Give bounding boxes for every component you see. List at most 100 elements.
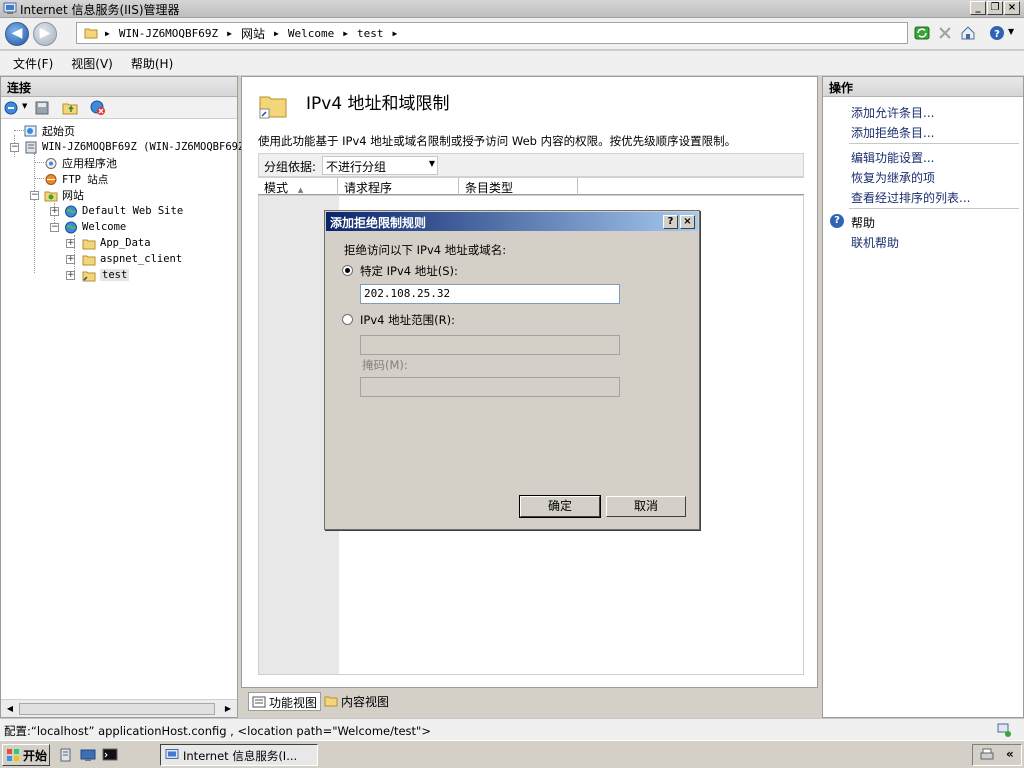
action-edit-feature-settings[interactable]: 编辑功能设置... (851, 149, 934, 166)
specific-ip-radio[interactable] (342, 265, 353, 276)
tree-item-welcome[interactable]: Welcome (64, 219, 126, 235)
up-folder-icon[interactable] (62, 100, 78, 116)
stop-icon[interactable] (937, 25, 953, 41)
chevron-down-icon[interactable]: ▼ (1008, 27, 1014, 36)
dialog-help-button[interactable]: ? (663, 215, 678, 229)
tree-expand-icon[interactable]: + (66, 255, 75, 264)
server-manager-icon[interactable] (58, 747, 74, 763)
tab-feature-view[interactable]: 功能视图 (248, 692, 322, 711)
breadcrumb-server[interactable]: WIN-JZ6MOQBF69Z (119, 27, 218, 40)
save-icon[interactable] (34, 100, 50, 116)
cancel-button[interactable]: 取消 (606, 496, 686, 517)
globe-icon (65, 221, 77, 233)
disconnect-icon[interactable] (90, 100, 106, 116)
tree-item-app-pools[interactable]: 应用程序池 (44, 155, 117, 171)
command-prompt-icon[interactable] (102, 747, 118, 763)
maximize-button[interactable]: ❐ (987, 1, 1003, 15)
breadcrumb-arrow-icon[interactable]: ▶ (274, 29, 279, 38)
dialog-title: 添加拒绝限制规则 (330, 216, 427, 230)
close-window-button[interactable]: × (1004, 1, 1020, 15)
breadcrumb-arrow-icon[interactable]: ▶ (105, 29, 110, 38)
action-add-allow-entry[interactable]: 添加允许条目... (851, 104, 934, 121)
feature-description: 使用此功能基于 IPv4 地址或域名限制或授予访问 Web 内容的权限。按优先级… (258, 134, 737, 148)
network-status-icon (997, 723, 1011, 737)
forward-button[interactable]: ▶ (33, 22, 57, 46)
back-button[interactable]: ◀ (5, 22, 29, 46)
sites-folder-icon (44, 191, 58, 201)
scroll-left-icon[interactable]: ◀ (3, 702, 17, 716)
tree-item-ftp-sites[interactable]: FTP 站点 (44, 171, 108, 187)
tree-item-default-web-site[interactable]: Default Web Site (64, 203, 183, 219)
address-bar[interactable]: ▶ WIN-JZ6MOQBF69Z ▶ 网站 ▶ Welcome ▶ test … (76, 22, 908, 44)
action-add-deny-entry[interactable]: 添加拒绝条目... (851, 124, 934, 141)
action-online-help[interactable]: 联机帮助 (851, 234, 899, 251)
ok-button[interactable]: 确定 (519, 495, 601, 518)
globe-icon (65, 205, 77, 217)
feature-view-icon (252, 696, 266, 708)
specific-ip-label[interactable]: 特定 IPv4 地址(S): (360, 263, 458, 279)
action-revert-to-inherited[interactable]: 恢复为继承的项 (851, 169, 935, 186)
dialog-close-button[interactable]: × (680, 215, 695, 229)
start-button[interactable]: 开始 (2, 744, 50, 766)
ip-range-input[interactable] (360, 335, 620, 355)
mask-input[interactable] (360, 377, 620, 397)
actions-pane: 操作 添加允许条目... 添加拒绝条目... 编辑功能设置... 恢复为继承的项… (822, 76, 1024, 718)
menu-view[interactable]: 视图(V) (71, 55, 113, 72)
ip-range-radio[interactable] (342, 314, 353, 325)
help-dropdown-icon[interactable]: ? (989, 25, 1005, 41)
tree-item-test[interactable]: test (82, 267, 130, 283)
home-icon[interactable] (960, 25, 976, 41)
column-entry-type[interactable]: 条目类型 (459, 178, 578, 195)
tree-collapse-icon[interactable]: − (10, 143, 19, 152)
app-pool-icon (45, 157, 57, 169)
column-mode[interactable]: 模式 ▲ (258, 178, 338, 195)
column-requestor[interactable]: 请求程序 (338, 178, 459, 195)
scrollbar-thumb[interactable] (19, 703, 215, 715)
show-desktop-icon[interactable] (80, 747, 96, 763)
sort-ascending-icon: ▲ (297, 186, 304, 194)
groupby-label: 分组依据: (264, 160, 317, 174)
connect-icon[interactable] (4, 100, 20, 116)
breadcrumb-sites[interactable]: 网站 (241, 25, 265, 42)
tree-expand-icon[interactable]: + (66, 271, 75, 280)
scroll-right-icon[interactable]: ▶ (221, 702, 235, 716)
breadcrumb-arrow-icon[interactable]: ▶ (343, 29, 348, 38)
tree-collapse-icon[interactable]: − (30, 191, 39, 200)
dialog-prompt: 拒绝访问以下 IPv4 地址或域名: (344, 243, 507, 257)
breadcrumb-arrow-icon[interactable]: ▶ (227, 29, 232, 38)
view-tabs: 功能视图 内容视图 (241, 690, 818, 712)
breadcrumb-test[interactable]: test (357, 27, 384, 40)
refresh-icon[interactable] (914, 25, 930, 41)
ip-restrictions-feature-icon (259, 96, 287, 119)
action-help[interactable]: 帮助 (851, 214, 875, 231)
tree-item-start-page[interactable]: 起始页 (24, 123, 75, 139)
tray-expand-icon[interactable]: « (1006, 747, 1014, 761)
tree-item-app-data[interactable]: App_Data (82, 235, 151, 251)
printer-icon[interactable] (979, 748, 995, 762)
groupby-select[interactable]: 不进行分组 ▼ (322, 156, 438, 175)
help-icon: ? (830, 214, 844, 228)
tree-collapse-icon[interactable]: − (50, 223, 59, 232)
tree-item-sites[interactable]: 网站 (44, 187, 84, 203)
page-title: IPv4 地址和域限制 (306, 94, 450, 114)
minimize-button[interactable]: _ (970, 1, 986, 15)
menu-file[interactable]: 文件(F) (13, 55, 53, 72)
tree-item-server[interactable]: WIN-JZ6MOQBF69Z (WIN-JZ6MOQBF69Z (24, 139, 244, 155)
ip-range-label[interactable]: IPv4 地址范围(R): (360, 312, 455, 328)
tree-expand-icon[interactable]: + (50, 207, 59, 216)
menu-help[interactable]: 帮助(H) (131, 55, 173, 72)
breadcrumb-arrow-icon[interactable]: ▶ (393, 29, 398, 38)
breadcrumb: ▶ WIN-JZ6MOQBF69Z ▶ 网站 ▶ Welcome ▶ test … (77, 23, 397, 43)
connections-horizontal-scrollbar[interactable]: ◀ ▶ (1, 699, 237, 717)
taskbar-iis-window[interactable]: Internet 信息服务(I... (160, 744, 318, 766)
connections-pane: 连接 ▼ 起始页 − WIN-JZ6MOQBF69Z (WIN-JZ6MOQBF… (0, 76, 244, 718)
specific-ip-input[interactable]: 202.108.25.32 (360, 284, 620, 304)
tree-item-aspnet-client[interactable]: aspnet_client (82, 251, 182, 267)
tree-expand-icon[interactable]: + (66, 239, 75, 248)
tab-content-view[interactable]: 内容视图 (321, 692, 392, 711)
taskbar: 开始 Internet 信息服务(I... « (0, 740, 1024, 768)
action-view-ordered-list[interactable]: 查看经过排序的列表... (851, 189, 970, 206)
connections-header: 连接 (1, 77, 237, 97)
breadcrumb-welcome[interactable]: Welcome (288, 27, 334, 40)
chevron-down-icon[interactable]: ▼ (22, 102, 27, 110)
